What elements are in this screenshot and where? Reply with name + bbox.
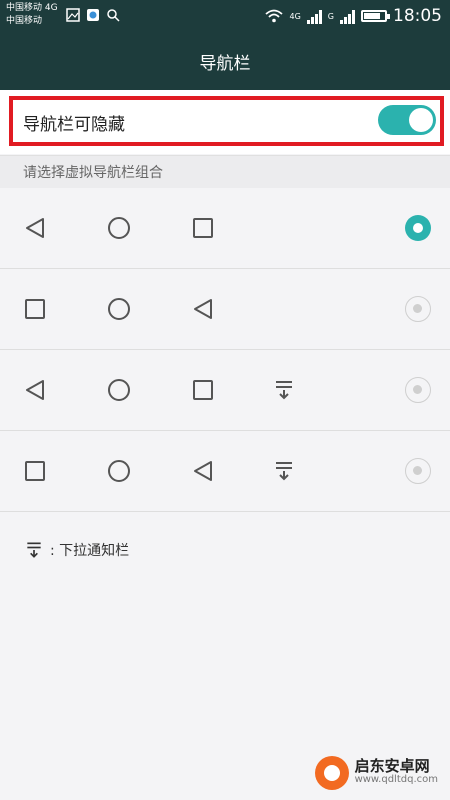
watermark-logo-icon	[314, 756, 349, 790]
legend: : 下拉通知栏	[24, 540, 129, 560]
carrier-line-2: 中国移动	[6, 16, 43, 26]
radio-button[interactable]	[405, 458, 431, 484]
notification-icons	[66, 8, 120, 22]
status-bar: 中国移动 4G 中国移动 4G G 18:05	[0, 0, 450, 33]
radio-button[interactable]	[405, 215, 431, 241]
carrier-line-1: 中国移动 4G	[6, 3, 58, 13]
home-icon	[108, 298, 130, 320]
combination-row[interactable]	[0, 350, 450, 431]
clock: 18:05	[393, 6, 442, 26]
image-icon	[66, 8, 80, 22]
recent-apps-icon	[25, 461, 45, 481]
home-icon	[108, 460, 130, 482]
combination-row[interactable]	[0, 188, 450, 269]
navbar-combinations	[0, 188, 450, 512]
network-g-label: G	[327, 11, 334, 21]
title-bar: 导航栏	[0, 33, 450, 90]
network-4g-label: 4G	[289, 11, 301, 21]
carrier-info: 中国移动 4G 中国移动	[6, 2, 58, 28]
back-icon	[194, 461, 212, 481]
search-icon	[107, 9, 120, 22]
home-icon	[108, 217, 130, 239]
watermark-text: 启东安卓网 www.qdltdq.com	[355, 759, 438, 787]
home-icon	[108, 379, 130, 401]
signal-icon	[306, 8, 322, 24]
section-title: 请选择虚拟导航栏组合	[23, 165, 163, 181]
toggle-knob	[409, 108, 433, 132]
page-title: 导航栏	[199, 54, 251, 74]
pull-down-notification-icon	[276, 381, 292, 400]
section-header: 请选择虚拟导航栏组合	[0, 155, 450, 188]
recent-apps-icon	[193, 218, 213, 238]
signal-icon	[340, 8, 355, 24]
combination-row[interactable]	[0, 269, 450, 350]
pull-down-notification-icon	[27, 542, 41, 558]
legend-text: : 下拉通知栏	[50, 543, 130, 559]
back-icon	[194, 299, 212, 319]
radio-button[interactable]	[405, 377, 431, 403]
system-status: 4G G 18:05	[264, 6, 442, 26]
watermark: 启东安卓网 www.qdltdq.com	[314, 756, 438, 790]
watermark-url: www.qdltdq.com	[354, 774, 438, 785]
hide-navbar-label: 导航栏可隐藏	[23, 115, 125, 135]
combination-row[interactable]	[0, 431, 450, 512]
recent-apps-icon	[193, 380, 213, 400]
hide-navbar-row[interactable]: 导航栏可隐藏	[0, 90, 450, 154]
hide-navbar-toggle[interactable]	[378, 105, 436, 135]
watermark-title: 启东安卓网	[354, 757, 430, 775]
pull-down-notification-icon	[276, 462, 292, 481]
recent-apps-icon	[25, 299, 45, 319]
back-icon	[26, 218, 44, 238]
wifi-icon	[264, 9, 283, 23]
radio-button[interactable]	[405, 296, 431, 322]
battery-icon	[361, 10, 390, 22]
app-icon	[87, 9, 99, 21]
back-icon	[26, 380, 44, 400]
